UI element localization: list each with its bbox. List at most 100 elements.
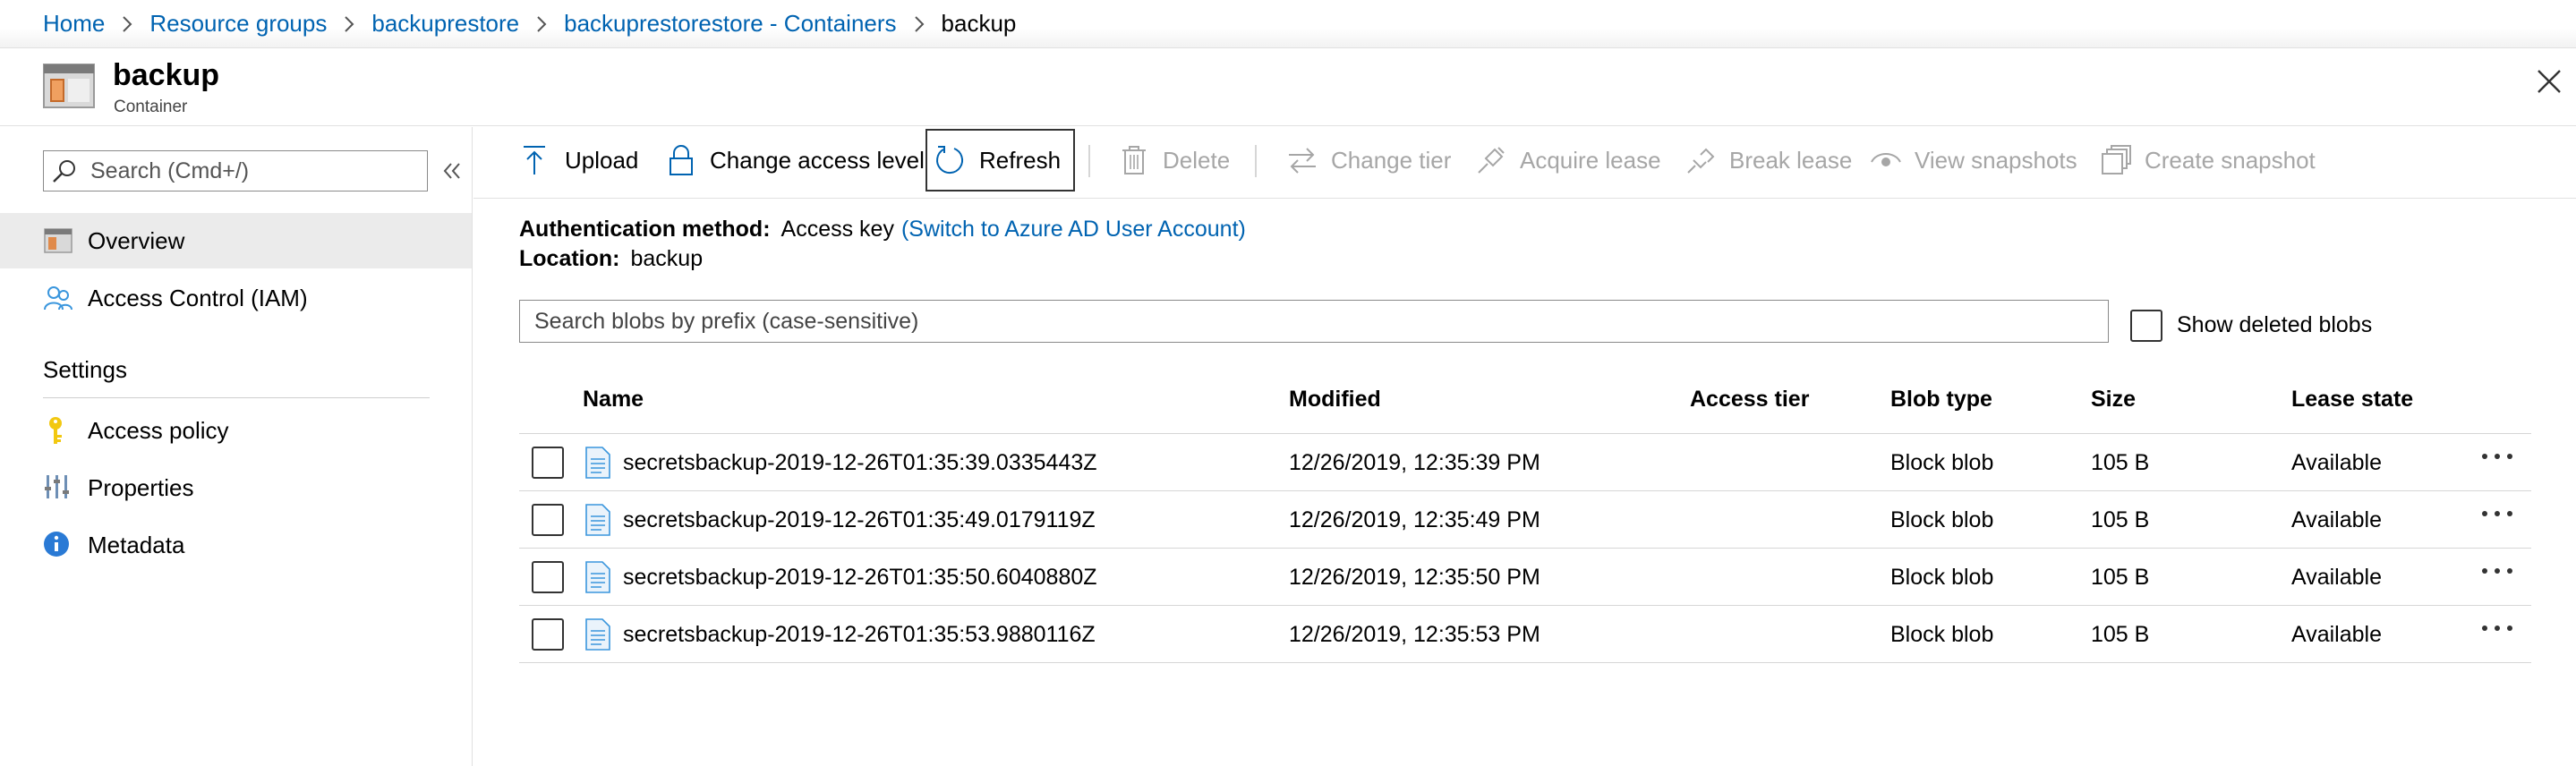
table-row[interactable]: secretsbackup-2019-12-26T01:35:39.033544…	[519, 434, 2531, 491]
blob-lease-state: Available	[2291, 450, 2383, 475]
blob-type: Block blob	[1890, 507, 1994, 532]
sidebar-item-access-policy[interactable]: Access policy	[0, 403, 472, 458]
delete-button[interactable]: Delete	[1118, 129, 1230, 192]
blob-name[interactable]: secretsbackup-2019-12-26T01:35:49.017911…	[623, 507, 1096, 533]
collapse-sidebar-button[interactable]	[439, 156, 465, 186]
create-snapshot-button[interactable]: Create snapshot	[2100, 129, 2316, 192]
file-icon	[585, 504, 610, 536]
blob-prefix-search-input[interactable]	[519, 300, 2109, 343]
sidebar-item-label: Properties	[88, 473, 194, 501]
blob-name[interactable]: secretsbackup-2019-12-26T01:35:39.033544…	[623, 450, 1097, 476]
properties-icon	[45, 475, 69, 498]
blob-name[interactable]: secretsbackup-2019-12-26T01:35:50.604088…	[623, 565, 1097, 591]
container-icon	[43, 64, 95, 108]
change-access-level-button[interactable]: Change access level	[665, 129, 925, 192]
blob-lease-state: Available	[2291, 565, 2383, 590]
location-label: Location:	[519, 246, 620, 271]
row-checkbox[interactable]	[532, 618, 564, 651]
blob-size: 105 B	[2091, 450, 2150, 475]
chevron-right-icon	[913, 14, 925, 34]
file-icon	[585, 561, 610, 593]
container-icon	[44, 228, 73, 253]
blob-type: Block blob	[1890, 622, 1994, 647]
blob-modified: 12/26/2019, 12:35:49 PM	[1289, 507, 1540, 532]
blob-name[interactable]: secretsbackup-2019-12-26T01:35:53.988011…	[623, 622, 1096, 648]
sidebar-search-box[interactable]	[43, 150, 428, 192]
break-lease-label: Break lease	[1729, 146, 1853, 174]
breadcrumb-resource-group[interactable]: backuprestore	[371, 10, 519, 38]
page-subtitle: Container	[114, 98, 188, 116]
location-line: Location: backup	[519, 246, 703, 272]
create-snapshot-label: Create snapshot	[2145, 146, 2316, 174]
change-tier-label: Change tier	[1331, 146, 1452, 174]
break-lease-button[interactable]: Break lease	[1685, 129, 1852, 192]
acquire-lease-button[interactable]: Acquire lease	[1475, 129, 1661, 192]
chevron-right-icon	[535, 14, 548, 34]
blob-type: Block blob	[1890, 450, 1994, 475]
people-icon	[44, 286, 73, 311]
row-checkbox[interactable]	[532, 504, 564, 536]
sidebar-item-label: Access Control (IAM)	[88, 284, 308, 311]
blob-modified: 12/26/2019, 12:35:50 PM	[1289, 565, 1540, 590]
breadcrumb-current: backup	[941, 10, 1017, 37]
column-header-blob-type[interactable]: Blob type	[1890, 387, 1992, 413]
search-icon	[53, 160, 75, 183]
settings-section-heading: Settings	[43, 356, 127, 383]
refresh-label: Refresh	[979, 146, 1062, 174]
sidebar-search-input[interactable]	[90, 157, 413, 184]
trash-icon	[1122, 146, 1146, 174]
row-checkbox[interactable]	[532, 561, 564, 593]
auth-method-value: Access key	[780, 217, 894, 242]
table-row[interactable]: secretsbackup-2019-12-26T01:35:53.988011…	[519, 606, 2531, 663]
delete-label: Delete	[1163, 146, 1231, 174]
auth-method-label: Authentication method:	[519, 217, 771, 242]
sidebar-item-label: Access policy	[88, 416, 229, 444]
change-tier-button[interactable]: Change tier	[1286, 129, 1451, 192]
auth-method-line: Authentication method: Access key (Switch …	[519, 217, 1246, 243]
show-deleted-blobs-checkbox[interactable]	[2130, 310, 2162, 342]
file-icon	[585, 618, 610, 651]
column-header-modified[interactable]: Modified	[1289, 387, 1381, 413]
row-more-button[interactable]	[2478, 443, 2517, 470]
table-row[interactable]: secretsbackup-2019-12-26T01:35:50.604088…	[519, 549, 2531, 606]
key-icon	[49, 417, 62, 444]
sidebar-item-overview[interactable]: Overview	[0, 213, 472, 268]
blade-header: backup Container	[0, 49, 2576, 126]
sidebar: Overview Access Control (IAM) Settings A…	[0, 127, 473, 766]
row-more-button[interactable]	[2478, 557, 2517, 584]
blob-modified: 12/26/2019, 12:35:53 PM	[1289, 622, 1540, 647]
command-bar: Upload Change access level Refresh Delet…	[473, 127, 2576, 199]
swap-arrows-icon	[1289, 148, 1316, 174]
breadcrumb-home[interactable]: Home	[43, 10, 105, 38]
column-header-name[interactable]: Name	[583, 387, 644, 413]
breadcrumb-resource-groups[interactable]: Resource groups	[149, 10, 327, 38]
row-more-button[interactable]	[2478, 500, 2517, 527]
sidebar-item-metadata[interactable]: Metadata	[0, 517, 472, 573]
row-checkbox[interactable]	[532, 447, 564, 479]
blob-size: 105 B	[2091, 507, 2150, 532]
close-button[interactable]	[2529, 62, 2569, 101]
sidebar-item-label: Overview	[88, 226, 185, 254]
info-icon	[44, 532, 69, 557]
divider	[43, 397, 430, 398]
column-header-access-tier[interactable]: Access tier	[1690, 387, 1809, 413]
breadcrumb-containers[interactable]: backuprestorestore - Containers	[564, 10, 896, 38]
column-header-size[interactable]: Size	[2091, 387, 2136, 413]
location-value: backup	[630, 246, 704, 271]
switch-auth-link[interactable]: (Switch to Azure AD User Account)	[901, 217, 1246, 242]
refresh-button[interactable]: Refresh	[925, 129, 1076, 192]
upload-button[interactable]: Upload	[520, 129, 638, 192]
view-snapshots-button[interactable]: View snapshots	[1870, 129, 2077, 192]
toolbar-divider	[1088, 145, 1090, 177]
blob-size: 105 B	[2091, 565, 2150, 590]
sidebar-item-iam[interactable]: Access Control (IAM)	[0, 270, 472, 326]
broken-link-icon	[1687, 148, 1715, 174]
ellipsis-icon	[2482, 511, 2512, 516]
row-more-button[interactable]	[2478, 615, 2517, 642]
snapshot-icon	[2102, 145, 2131, 174]
table-row[interactable]: secretsbackup-2019-12-26T01:35:49.017911…	[519, 491, 2531, 549]
sidebar-item-properties[interactable]: Properties	[0, 460, 472, 515]
column-header-lease-state[interactable]: Lease state	[2291, 387, 2413, 413]
file-icon	[585, 447, 610, 479]
upload-label: Upload	[565, 146, 639, 174]
